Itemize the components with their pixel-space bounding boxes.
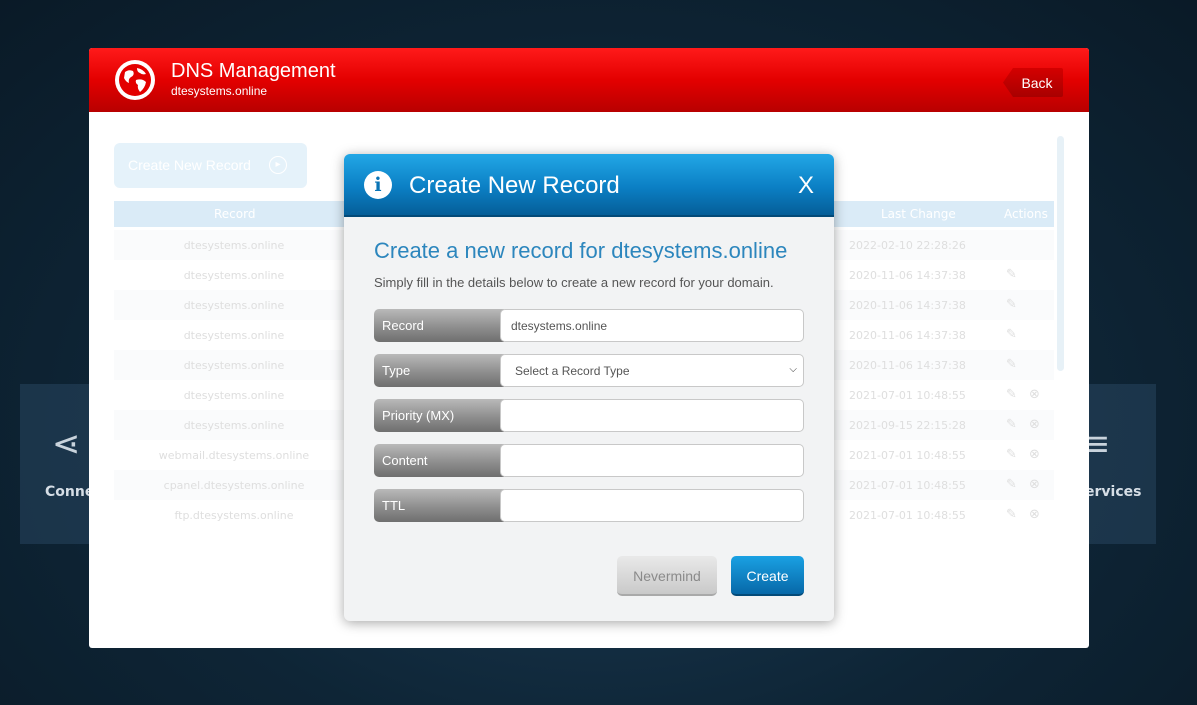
record-field-row: Record (374, 309, 804, 342)
last-change-cell: 2020-11-06 14:37:38 (849, 269, 966, 282)
record-cell: dtesystems.online (183, 359, 285, 372)
actions-cell[interactable]: ✎ ⊗ (1006, 417, 1044, 432)
ttl-input[interactable] (500, 489, 804, 522)
record-cell: dtesystems.online (183, 329, 285, 342)
globe-icon (115, 60, 155, 100)
back-button[interactable]: Back (1003, 68, 1063, 97)
last-change-cell: 2021-07-01 10:48:55 (849, 509, 966, 522)
record-cell: dtesystems.online (183, 269, 285, 282)
last-change-cell: 2020-11-06 14:37:38 (849, 329, 966, 342)
last-change-cell: 2021-09-15 22:15:28 (849, 419, 966, 432)
actions-cell[interactable]: ✎ ⊗ (1006, 507, 1044, 522)
last-change-cell: 2020-11-06 14:37:38 (849, 299, 966, 312)
ttl-field-row: TTL (374, 489, 804, 522)
actions-cell[interactable]: ✎ ⊗ (1006, 387, 1044, 402)
column-header-record: Record (214, 207, 256, 221)
record-cell: dtesystems.online (183, 299, 285, 312)
modal-heading: Create a new record for dtesystems.onlin… (374, 238, 788, 263)
actions-cell[interactable]: ✎ (1006, 357, 1021, 372)
tile-label: ervices (1085, 484, 1142, 500)
type-field-row: Type Select a Record Type ⌵ (374, 354, 804, 387)
tile-label: Conne (45, 484, 95, 500)
actions-cell[interactable]: ✎ (1006, 267, 1021, 282)
chevron-down-icon: ⌵ (789, 364, 797, 375)
create-button[interactable]: Create (731, 556, 804, 596)
create-record-label: Create New Record (128, 157, 251, 173)
type-label: Type (374, 354, 504, 387)
page-title: DNS Management (171, 60, 336, 82)
last-change-cell: 2021-07-01 10:48:55 (849, 449, 966, 462)
modal-description: Simply fill in the details below to crea… (374, 275, 774, 290)
record-cell: dtesystems.online (183, 389, 285, 402)
actions-cell[interactable]: ✎ ⊗ (1006, 477, 1044, 492)
type-select-value: Select a Record Type (515, 364, 630, 378)
content-input[interactable] (500, 444, 804, 477)
create-record-button[interactable]: Create New Record ▸ (114, 143, 307, 188)
priority-label: Priority (MX) (374, 399, 504, 432)
last-change-cell: 2021-07-01 10:48:55 (849, 479, 966, 492)
last-change-cell: 2022-02-10 22:28:26 (849, 239, 966, 252)
create-record-modal: i Create New Record X Create a new recor… (344, 154, 834, 621)
table-scrollbar[interactable] (1057, 136, 1064, 371)
column-header-actions: Actions (1004, 207, 1048, 221)
content-label: Content (374, 444, 504, 477)
record-cell: cpanel.dtesystems.online (163, 479, 305, 492)
last-change-cell: 2020-11-06 14:37:38 (849, 359, 966, 372)
ttl-label: TTL (374, 489, 504, 522)
content-field-row: Content (374, 444, 804, 477)
actions-cell[interactable]: ✎ (1006, 297, 1021, 312)
record-cell: dtesystems.online (183, 239, 285, 252)
priority-input[interactable] (500, 399, 804, 432)
record-cell: ftp.dtesystems.online (174, 509, 294, 522)
record-cell: dtesystems.online (183, 419, 285, 432)
nevermind-button[interactable]: Nevermind (617, 556, 717, 596)
column-header-last-change: Last Change (881, 207, 956, 221)
record-label: Record (374, 309, 504, 342)
chevron-right-icon: ▸ (269, 156, 287, 174)
domain-subtitle: dtesystems.online (171, 84, 268, 98)
modal-header: i Create New Record X (344, 154, 834, 217)
last-change-cell: 2021-07-01 10:48:55 (849, 389, 966, 402)
modal-title: Create New Record (409, 172, 620, 199)
connect-icon: ⋖ (52, 424, 81, 464)
info-icon: i (364, 171, 392, 199)
window-header: DNS Management dtesystems.online Back (89, 48, 1089, 112)
actions-cell[interactable]: ✎ (1006, 327, 1021, 342)
record-cell: webmail.dtesystems.online (158, 449, 310, 462)
actions-cell[interactable]: ✎ ⊗ (1006, 447, 1044, 462)
priority-field-row: Priority (MX) (374, 399, 804, 432)
type-select[interactable]: Select a Record Type ⌵ (500, 354, 804, 387)
close-button[interactable]: X (798, 172, 814, 200)
record-input[interactable] (500, 309, 804, 342)
